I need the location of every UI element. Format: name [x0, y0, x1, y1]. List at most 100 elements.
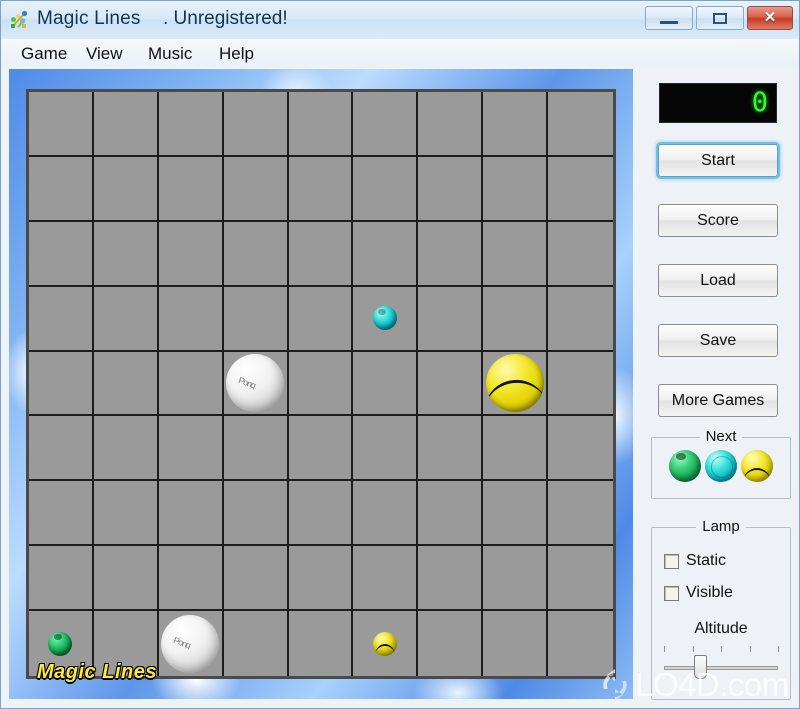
board-cell[interactable]	[93, 92, 159, 157]
board-cell[interactable]	[483, 481, 549, 547]
board-cell[interactable]	[353, 481, 419, 547]
board-cell[interactable]: Pong	[158, 611, 224, 676]
board-cell[interactable]	[223, 92, 289, 157]
board-cell[interactable]	[548, 286, 613, 352]
board-cell[interactable]	[29, 351, 94, 417]
board-cell[interactable]	[288, 286, 354, 352]
board-cell[interactable]	[418, 611, 484, 676]
board-cell[interactable]	[158, 156, 224, 222]
board-cell[interactable]	[158, 92, 224, 157]
board-cell[interactable]	[93, 221, 159, 287]
board-cell[interactable]	[158, 416, 224, 482]
visible-checkbox[interactable]	[664, 586, 679, 601]
maximize-button[interactable]	[696, 6, 744, 30]
menu-item-game[interactable]: Game	[15, 43, 73, 65]
board-cell[interactable]	[158, 221, 224, 287]
board-cell[interactable]	[288, 351, 354, 417]
board-cell[interactable]	[353, 92, 419, 157]
board-cell[interactable]	[483, 286, 549, 352]
board-cell[interactable]	[483, 92, 549, 157]
board-cell[interactable]	[548, 416, 613, 482]
ball-green[interactable]	[48, 631, 73, 656]
board-cell[interactable]	[353, 286, 419, 352]
board-cell[interactable]	[418, 416, 484, 482]
board-cell[interactable]	[288, 611, 354, 676]
more-games-button[interactable]: More Games	[658, 384, 778, 417]
close-button[interactable]: ✕	[747, 6, 793, 30]
board-cell[interactable]	[288, 221, 354, 287]
board-cell[interactable]	[418, 286, 484, 352]
board-cell[interactable]	[483, 221, 549, 287]
board-cell[interactable]	[223, 416, 289, 482]
board-cell[interactable]	[418, 92, 484, 157]
board-cell[interactable]	[483, 156, 549, 222]
board-cell[interactable]	[158, 351, 224, 417]
board-cell[interactable]	[483, 546, 549, 612]
board-cell[interactable]	[483, 351, 549, 417]
board-cell[interactable]	[548, 611, 613, 676]
static-checkbox[interactable]	[664, 554, 679, 569]
save-button[interactable]: Save	[658, 324, 778, 357]
load-button[interactable]: Load	[658, 264, 778, 297]
board-cell[interactable]	[418, 546, 484, 612]
board-cell[interactable]	[93, 351, 159, 417]
board-cell[interactable]	[29, 546, 94, 612]
board-cell[interactable]	[29, 416, 94, 482]
board-cell[interactable]	[223, 611, 289, 676]
board-cell[interactable]	[288, 156, 354, 222]
ball-cyan[interactable]	[372, 306, 397, 331]
board-cell[interactable]	[29, 156, 94, 222]
board-cell[interactable]	[483, 416, 549, 482]
board-cell[interactable]	[353, 351, 419, 417]
board-cell[interactable]	[418, 351, 484, 417]
menu-item-view[interactable]: View	[80, 43, 129, 65]
board-cell[interactable]	[548, 481, 613, 547]
game-board[interactable]: Pong Pong	[26, 89, 616, 679]
board-cell[interactable]	[353, 221, 419, 287]
board-cell[interactable]	[548, 351, 613, 417]
board-cell[interactable]	[483, 611, 549, 676]
board-cell[interactable]	[223, 156, 289, 222]
board-cell[interactable]	[418, 481, 484, 547]
ball-yellow[interactable]	[372, 631, 397, 656]
board-cell[interactable]	[548, 156, 613, 222]
board-cell[interactable]	[353, 611, 419, 676]
board-cell[interactable]	[29, 286, 94, 352]
board-cell[interactable]	[93, 546, 159, 612]
board-cell[interactable]	[223, 221, 289, 287]
board-cell[interactable]	[93, 481, 159, 547]
board-cell[interactable]	[418, 156, 484, 222]
altitude-slider-track[interactable]	[664, 666, 778, 670]
board-cell[interactable]	[353, 156, 419, 222]
board-cell[interactable]	[93, 416, 159, 482]
menu-item-music[interactable]: Music	[142, 43, 198, 65]
board-cell[interactable]	[93, 286, 159, 352]
board-cell[interactable]	[29, 481, 94, 547]
board-cell[interactable]	[548, 221, 613, 287]
ball-yellow[interactable]	[485, 353, 544, 412]
menu-item-help[interactable]: Help	[213, 43, 260, 65]
board-cell[interactable]	[288, 481, 354, 547]
board-cell[interactable]	[223, 546, 289, 612]
board-cell[interactable]	[223, 481, 289, 547]
board-cell[interactable]	[288, 546, 354, 612]
board-cell[interactable]	[29, 92, 94, 157]
board-cell[interactable]	[418, 221, 484, 287]
board-cell[interactable]	[223, 286, 289, 352]
altitude-slider-thumb[interactable]	[694, 655, 708, 679]
board-cell[interactable]	[158, 286, 224, 352]
board-cell[interactable]	[548, 92, 613, 157]
board-cell[interactable]	[288, 92, 354, 157]
board-cell[interactable]: Pong	[223, 351, 289, 417]
start-button[interactable]: Start	[658, 144, 778, 177]
board-cell[interactable]	[548, 546, 613, 612]
score-button[interactable]: Score	[658, 204, 778, 237]
ball-white[interactable]: Pong	[161, 614, 220, 673]
board-cell[interactable]	[29, 221, 94, 287]
board-cell[interactable]	[353, 416, 419, 482]
board-cell[interactable]	[288, 416, 354, 482]
ball-white[interactable]: Pong	[226, 353, 285, 412]
board-cell[interactable]	[158, 481, 224, 547]
minimize-button[interactable]	[645, 6, 693, 30]
board-cell[interactable]	[353, 546, 419, 612]
